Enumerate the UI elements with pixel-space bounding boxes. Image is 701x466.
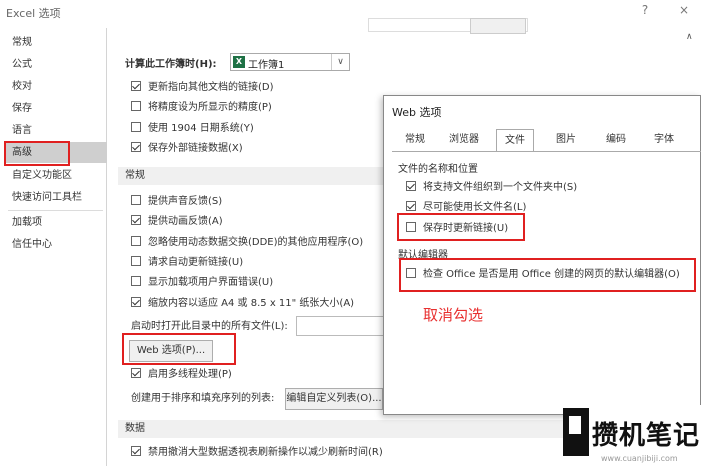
option-addin-ui-errors[interactable]: 显示加载项用户界面错误(U): [131, 275, 273, 291]
checkbox[interactable]: [131, 101, 141, 111]
chevron-down-icon: ∨: [331, 54, 349, 70]
option-save-external-data[interactable]: 保存外部链接数据(X): [131, 141, 243, 157]
option-precision-as-displayed[interactable]: 将精度设为所显示的精度(P): [131, 100, 272, 116]
scroll-up-arrow[interactable]: ∧: [686, 32, 693, 42]
option-sound-feedback[interactable]: 提供声音反馈(S): [131, 194, 222, 210]
highlight-advanced: [4, 141, 70, 166]
watermark-logo-icon: [563, 408, 589, 456]
option-multithread[interactable]: 启用多线程处理(P): [131, 367, 232, 383]
dialog-title: Web 选项: [392, 106, 442, 119]
cut-off-button: [470, 18, 526, 34]
sidebar-item-general[interactable]: 常规: [4, 32, 107, 53]
sidebar-item-quick-access[interactable]: 快速访问工具栏: [4, 187, 107, 208]
checkbox[interactable]: [131, 256, 141, 266]
workbook-calc-label: 计算此工作簿时(H):: [125, 59, 217, 70]
checkbox[interactable]: [131, 195, 141, 205]
checkbox[interactable]: [131, 122, 141, 132]
tab-general[interactable]: 常规: [398, 129, 432, 151]
tab-encoding[interactable]: 编码: [598, 129, 634, 151]
web-options-dialog: Web 选项 常规 浏览器 文件 图片 编码 字体 文件的名称和位置 将支持文件…: [383, 95, 701, 415]
sidebar-divider: [8, 210, 103, 211]
checkbox[interactable]: [131, 368, 141, 378]
excel-icon: X: [233, 56, 245, 68]
sidebar-item-formulas[interactable]: 公式: [4, 54, 107, 75]
startup-folder-input[interactable]: [296, 316, 396, 336]
option-auto-update-links[interactable]: 请求自动更新链接(U): [131, 255, 243, 271]
checkbox[interactable]: [131, 81, 141, 91]
sidebar-item-language[interactable]: 语言: [4, 120, 107, 141]
sort-list-label: 创建用于排序和填充序列的列表:: [131, 393, 275, 404]
option-organize-support-files[interactable]: 将支持文件组织到一个文件夹中(S): [406, 180, 577, 196]
window-title: Excel 选项: [6, 7, 61, 20]
watermark: 攒机笔记 www.cuanjibiji.com: [563, 405, 701, 466]
checkbox[interactable]: [131, 446, 141, 456]
edit-custom-lists-button[interactable]: 编辑自定义列表(O)...: [285, 388, 383, 410]
option-update-links[interactable]: 更新指向其他文档的链接(D): [131, 80, 274, 96]
highlight-web-options: [122, 333, 236, 365]
checkbox[interactable]: [406, 181, 416, 191]
options-sidebar: 常规 公式 校对 保存 语言 高级 自定义功能区 快速访问工具栏 加载项 信任中…: [4, 28, 107, 466]
option-scale-a4[interactable]: 缩放内容以适应 A4 或 8.5 x 11" 纸张大小(A): [131, 296, 354, 312]
tab-fonts[interactable]: 字体: [646, 129, 682, 151]
sidebar-item-addins[interactable]: 加载项: [4, 212, 107, 233]
dialog-tabs: 常规 浏览器 文件 图片 编码 字体: [392, 129, 701, 151]
checkbox[interactable]: [131, 297, 141, 307]
watermark-text: 攒机笔记: [592, 421, 701, 451]
sidebar-item-save[interactable]: 保存: [4, 98, 107, 119]
highlight-default-editor: [399, 258, 696, 292]
help-button[interactable]: ?: [637, 3, 653, 17]
checkbox[interactable]: [131, 276, 141, 286]
section-file-names: 文件的名称和位置: [398, 164, 478, 175]
close-button[interactable]: ×: [676, 3, 692, 17]
option-ignore-dde[interactable]: 忽略使用动态数据交换(DDE)的其他应用程序(O): [131, 235, 363, 251]
option-disable-undo-pivot[interactable]: 禁用撤消大型数据透视表刷新操作以减少刷新时间(R): [131, 445, 383, 461]
checkbox[interactable]: [406, 201, 416, 211]
workbook-select[interactable]: X 工作簿1 ∨: [230, 53, 350, 71]
title-bar: Excel 选项 ? ×: [0, 0, 701, 24]
tab-browser[interactable]: 浏览器: [442, 129, 486, 151]
tab-divider: [392, 151, 701, 152]
tab-pictures[interactable]: 图片: [548, 129, 584, 151]
option-animation-feedback[interactable]: 提供动画反馈(A): [131, 214, 223, 230]
workbook-select-value: 工作簿1: [248, 60, 285, 71]
sidebar-item-proofing[interactable]: 校对: [4, 76, 107, 97]
sidebar-item-customize-ribbon[interactable]: 自定义功能区: [4, 165, 107, 186]
checkbox[interactable]: [131, 142, 141, 152]
sidebar-item-trust-center[interactable]: 信任中心: [4, 234, 107, 255]
annotation-uncheck: 取消勾选: [423, 306, 484, 324]
tab-files[interactable]: 文件: [496, 129, 534, 151]
checkbox[interactable]: [131, 215, 141, 225]
checkbox[interactable]: [131, 236, 141, 246]
option-1904-date[interactable]: 使用 1904 日期系统(Y): [131, 121, 254, 137]
watermark-url: www.cuanjibiji.com: [601, 454, 678, 463]
highlight-update-links-on-save: [397, 213, 525, 241]
